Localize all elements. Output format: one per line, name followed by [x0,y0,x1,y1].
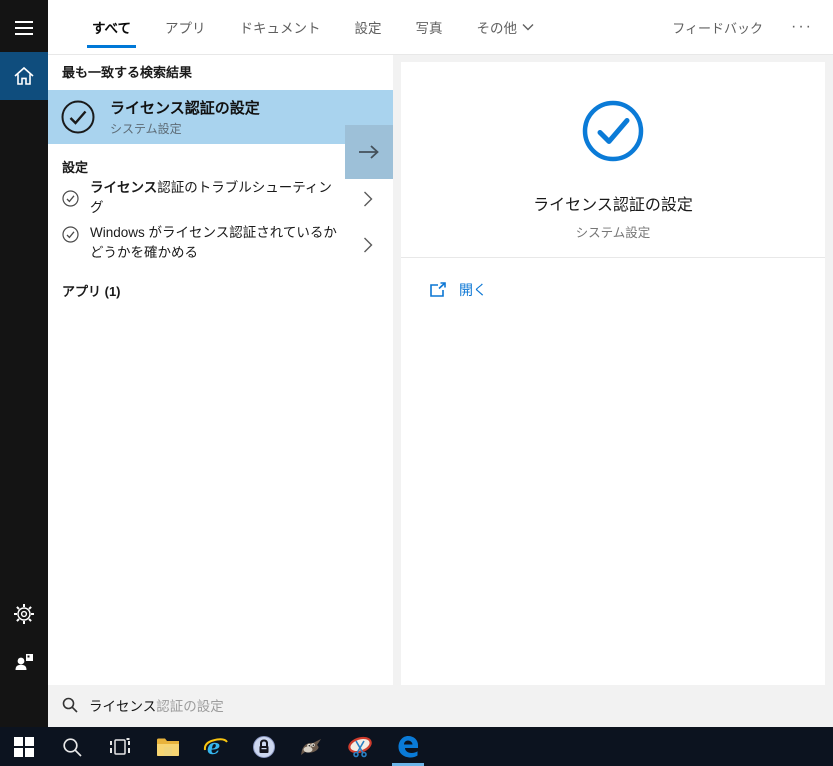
taskbar: e [0,727,833,766]
tab-all[interactable]: すべて [75,0,148,54]
result-label: ライセンス認証のトラブルシューティング [90,178,345,217]
result-check-windows-activated[interactable]: Windows がライセンス認証されているかどうかを確かめる [48,220,393,268]
search-band: ライセンス認証の設定 [48,685,833,725]
feedback-button[interactable]: フィードバック [672,18,763,37]
best-match-title: ライセンス認証の設定 [110,100,260,117]
check-circle-icon [62,226,79,243]
tab-bar: すべて アプリ ドキュメント 設定 写真 その他 フィードバック ··· [48,0,833,55]
edge-button[interactable] [384,727,432,766]
search-icon [62,737,82,757]
windows-logo-icon [14,736,34,757]
open-button[interactable]: 開く [429,280,487,300]
taskbar-search-button[interactable] [48,727,96,766]
check-circle-icon [62,189,79,207]
rail-account-button[interactable] [0,638,48,686]
task-view-button[interactable] [96,727,144,766]
file-explorer-icon [156,737,180,757]
tab-label: 設定 [354,21,382,36]
hamburger-icon [14,20,34,36]
internet-explorer-button[interactable]: e [192,727,240,766]
apps-section-header: アプリ (1) [62,284,121,299]
rail-home-button[interactable] [0,52,48,100]
best-match-subtitle: システム設定 [110,122,182,136]
open-external-icon [429,282,447,298]
preview-pane: ライセンス認証の設定 システム設定 開く [401,62,825,685]
tab-photos[interactable]: 写真 [399,0,460,54]
preview-summary: ライセンス認証の設定 システム設定 [401,62,825,258]
arrow-right-icon [358,144,380,160]
check-circle-icon [60,99,96,135]
tab-settings[interactable]: 設定 [338,0,399,54]
result-label: Windows がライセンス認証されているかどうかを確かめる [90,225,337,260]
best-match-texts: ライセンス認証の設定 システム設定 [110,97,260,137]
best-match-header: 最も一致する検索結果 [62,65,193,80]
gimp-button[interactable] [288,727,336,766]
check-circle-large-icon [581,99,645,163]
file-explorer-button[interactable] [144,727,192,766]
search-input[interactable]: ライセンス認証の設定 [48,690,833,720]
query-suggestion: 認証の設定 [156,699,224,714]
home-icon [12,64,36,88]
chevron-right-icon [363,237,375,253]
matched-text: ライセンス [90,180,158,196]
preview-subtitle: システム設定 [575,226,651,240]
tab-documents[interactable]: ドキュメント [223,0,338,54]
keepass-button[interactable] [240,727,288,766]
chevron-down-icon [522,23,534,31]
chevron-right-icon [363,191,375,207]
rail-settings-button[interactable] [0,590,48,638]
tab-label: すべて [92,21,132,36]
internet-explorer-icon: e [203,735,229,759]
gear-icon [13,603,35,625]
user-account-icon [13,651,35,673]
search-icon [62,697,78,713]
tab-apps[interactable]: アプリ [148,0,223,54]
preview-title: ライセンス認証の設定 [533,197,693,214]
search-flyout-window: すべて アプリ ドキュメント 設定 写真 その他 フィードバック ··· 最も一… [0,0,833,766]
search-tabs: すべて アプリ ドキュメント 設定 写真 その他 [48,0,551,54]
tabbar-right: フィードバック ··· [672,18,833,37]
result-activation-troubleshooting[interactable]: ライセンス認証のトラブルシューティング [48,180,393,215]
typed-query: ライセンス [89,699,157,714]
tab-label: アプリ [165,21,206,36]
snipping-tool-icon [347,735,373,759]
start-button[interactable] [0,727,48,766]
tab-label: その他 [476,21,518,36]
lock-icon [252,735,276,759]
settings-section-header: 設定 [62,160,89,175]
results-column: 最も一致する検索結果 ライセンス認証の設定 システム設定 設定 ライセンス認証の… [48,55,393,685]
hamburger-menu-button[interactable] [0,4,48,52]
open-label: 開く [459,282,487,298]
more-options-button[interactable]: ··· [791,18,813,36]
edge-icon [395,734,421,760]
task-view-icon [109,737,131,757]
left-rail [0,0,48,727]
gimp-icon [299,736,325,758]
tab-label: ドキュメント [239,21,321,36]
best-match-result[interactable]: ライセンス認証の設定 システム設定 [48,90,393,179]
search-query: ライセンス認証の設定 [89,695,224,715]
snipping-tool-button[interactable] [336,727,384,766]
best-match-expand-button[interactable] [345,125,393,179]
tab-label: 写真 [415,21,443,36]
tab-more[interactable]: その他 [460,0,552,54]
